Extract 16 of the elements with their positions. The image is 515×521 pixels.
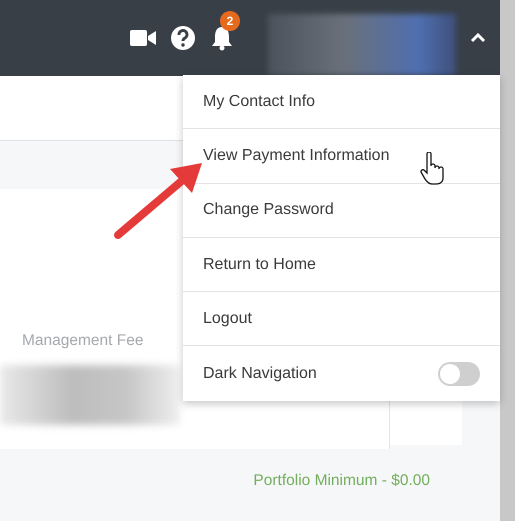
menu-item[interactable]: Logout xyxy=(183,292,500,346)
portfolio-minimum-text: Portfolio Minimum - $0.00 xyxy=(253,471,430,491)
bell-icon[interactable] xyxy=(210,25,234,51)
help-icon[interactable] xyxy=(170,25,196,51)
toggle-switch[interactable] xyxy=(438,362,480,386)
menu-item-label: Dark Navigation xyxy=(203,364,317,384)
scrollbar[interactable] xyxy=(500,0,515,521)
video-camera-icon[interactable] xyxy=(130,29,156,47)
hand-cursor-icon xyxy=(420,152,446,186)
menu-item[interactable]: My Contact Info xyxy=(183,75,500,130)
menu-item[interactable]: Change Password xyxy=(183,184,500,238)
menu-item[interactable]: Return to Home xyxy=(183,238,500,292)
field-label: Management Fee xyxy=(22,332,144,349)
chevron-up-icon[interactable] xyxy=(470,33,486,43)
notification-count: 2 xyxy=(220,11,240,31)
menu-item[interactable]: View Payment Information xyxy=(183,129,500,184)
